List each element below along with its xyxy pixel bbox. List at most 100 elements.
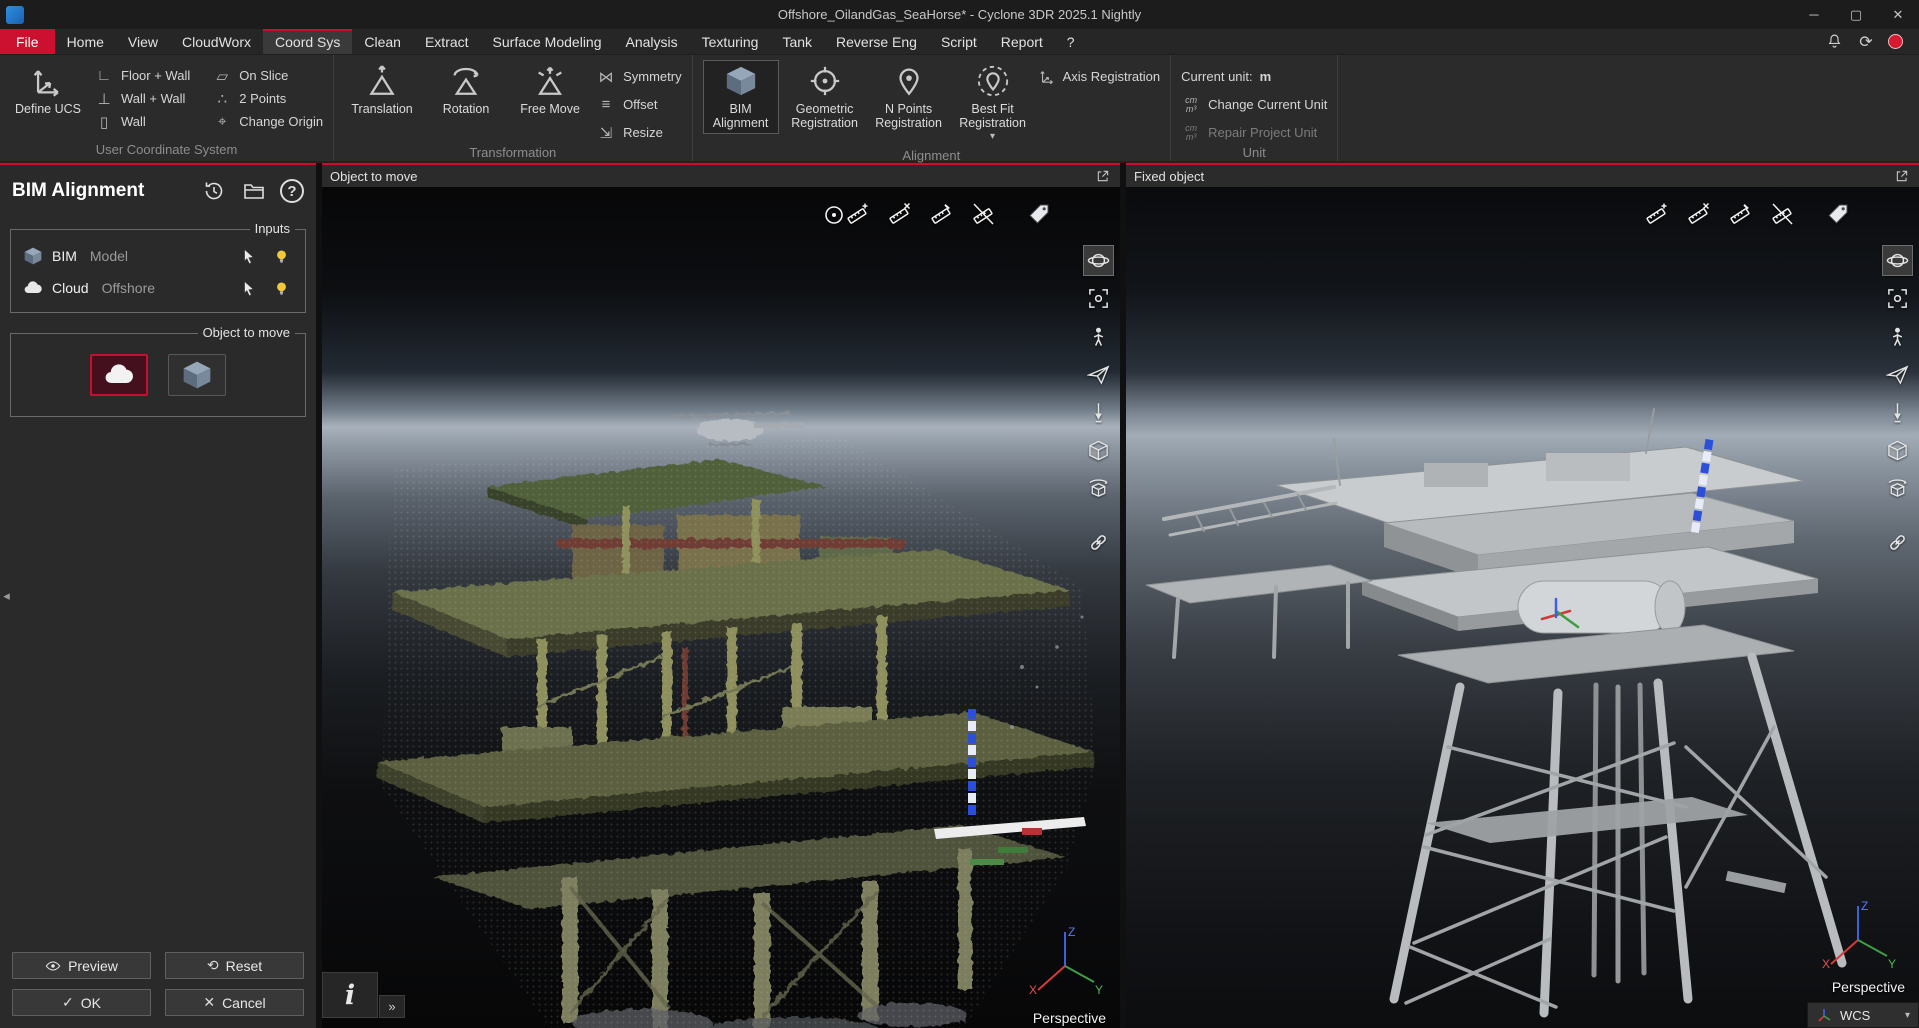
define-ucs-button[interactable]: Define UCS [10, 60, 86, 120]
plumb-view-icon[interactable] [1083, 397, 1114, 428]
move-cloud-toggle[interactable] [90, 354, 148, 396]
viewport-3d-right[interactable]: Z X Y Perspective WCS ▾ [1126, 187, 1919, 1028]
tab-file[interactable]: File [0, 29, 55, 54]
info-button[interactable]: i [322, 972, 378, 1018]
pick-bim-cursor-icon[interactable] [236, 244, 260, 268]
axis-triad[interactable]: Z X Y [1819, 898, 1897, 972]
tab-report[interactable]: Report [989, 29, 1055, 54]
bim-cube-icon [181, 359, 213, 391]
walk-mode-icon[interactable] [1083, 321, 1114, 352]
bim-visibility-bulb-icon[interactable] [269, 244, 293, 268]
zoom-fit-icon[interactable] [1083, 283, 1114, 314]
two-points-button[interactable]: ∴ 2 Points [212, 88, 323, 109]
panel-collapse-handle[interactable]: ◂ [0, 581, 13, 611]
notification-badge[interactable] [1888, 34, 1903, 49]
measure-hide-icon[interactable] [968, 201, 998, 227]
bim-alignment-panel: BIM Alignment ? Inputs BIM Model Cloud [0, 163, 316, 1028]
n-points-registration-button[interactable]: N Points Registration [871, 60, 947, 134]
wcs-selector[interactable]: WCS ▾ [1807, 1002, 1919, 1028]
measure-hide-icon[interactable] [1767, 201, 1797, 227]
best-fit-registration-button[interactable]: Best Fit Registration ▾ [955, 60, 1031, 146]
translation-button[interactable]: Translation [344, 60, 420, 120]
geometric-registration-button[interactable]: Geometric Registration [787, 60, 863, 134]
measure-remove-icon[interactable] [1683, 201, 1713, 227]
bim-alignment-button[interactable]: BIM Alignment [703, 60, 779, 134]
tab-cloudworx[interactable]: CloudWorx [170, 29, 263, 54]
measure-add-icon[interactable] [842, 201, 872, 227]
popout-icon[interactable] [1893, 167, 1911, 185]
open-folder-icon[interactable] [240, 177, 268, 205]
floor-wall-button[interactable]: ∟ Floor + Wall [94, 65, 190, 86]
offset-button[interactable]: ≡ Offset [596, 94, 682, 115]
cube-face-view-icon[interactable] [1882, 435, 1913, 466]
fly-mode-icon[interactable] [1083, 359, 1114, 390]
orbit-icon[interactable] [1882, 245, 1913, 276]
measure-edit-icon[interactable] [1725, 201, 1755, 227]
reset-button[interactable]: ⟲ Reset [165, 952, 304, 979]
tab-coord-sys[interactable]: Coord Sys [263, 29, 352, 54]
change-current-unit-button[interactable]: cmm³ Change Current Unit [1181, 94, 1327, 115]
wall-wall-button[interactable]: ⊥ Wall + Wall [94, 88, 190, 109]
cube-face-view-icon[interactable] [1083, 435, 1114, 466]
change-origin-button[interactable]: ⌖ Change Origin [212, 111, 323, 132]
measure-remove-icon[interactable] [884, 201, 914, 227]
tag-icon[interactable] [1823, 201, 1853, 227]
projection-mode-label[interactable]: Perspective [1832, 979, 1905, 995]
minimize-button[interactable]: ─ [1793, 0, 1835, 29]
notifications-bell-icon[interactable] [1824, 32, 1844, 52]
measure-add-icon[interactable] [1641, 201, 1671, 227]
projection-mode-label[interactable]: Perspective [1033, 1010, 1106, 1026]
svg-text:Z: Z [1861, 899, 1868, 913]
tag-icon[interactable] [1024, 201, 1054, 227]
walk-mode-icon[interactable] [1882, 321, 1913, 352]
popout-icon[interactable] [1094, 167, 1112, 185]
reset-history-icon[interactable] [200, 177, 228, 205]
tab-reverse-eng[interactable]: Reverse Eng [824, 29, 929, 54]
on-slice-button[interactable]: ▱ On Slice [212, 65, 323, 86]
preview-button[interactable]: Preview [12, 952, 151, 979]
app-icon [6, 6, 24, 24]
fly-mode-icon[interactable] [1882, 359, 1913, 390]
ucs-options: ∟ Floor + Wall ⊥ Wall + Wall ▯ Wall ▱ On… [94, 60, 323, 132]
help-icon[interactable]: ? [280, 179, 304, 203]
link-views-icon[interactable] [1882, 527, 1913, 558]
tab-surface-modeling[interactable]: Surface Modeling [481, 29, 614, 54]
tab-analysis[interactable]: Analysis [614, 29, 690, 54]
tab-script[interactable]: Script [929, 29, 989, 54]
pick-cloud-cursor-icon[interactable] [236, 276, 260, 300]
window-title: Offshore_OilandGas_SeaHorse* - Cyclone 3… [778, 7, 1141, 22]
tab-view[interactable]: View [116, 29, 170, 54]
rotation-icon [449, 64, 483, 101]
tab-texturing[interactable]: Texturing [690, 29, 771, 54]
rotation-button[interactable]: Rotation [428, 60, 504, 120]
cube-rotate-view-icon[interactable] [1882, 473, 1913, 504]
tab-clean[interactable]: Clean [352, 29, 413, 54]
close-button[interactable]: ✕ [1877, 0, 1919, 29]
orbit-icon[interactable] [1083, 245, 1114, 276]
viewport-3d-left[interactable]: i » Z X Y Perspective [322, 187, 1120, 1028]
cancel-button[interactable]: ✕ Cancel [165, 989, 304, 1016]
unit-repair-icon: cmm³ [1181, 124, 1201, 142]
resize-button[interactable]: ⇲ Resize [596, 122, 682, 143]
free-move-button[interactable]: Free Move [512, 60, 588, 120]
axis-registration-button[interactable]: Axis Registration [1039, 66, 1161, 87]
ok-button[interactable]: ✓ OK [12, 989, 151, 1016]
cloud-visibility-bulb-icon[interactable] [269, 276, 293, 300]
maximize-button[interactable]: ▢ [1835, 0, 1877, 29]
point-cloud-render [322, 187, 1120, 1028]
wall-button[interactable]: ▯ Wall [94, 111, 190, 132]
symmetry-button[interactable]: ⋈ Symmetry [596, 66, 682, 87]
info-expand-button[interactable]: » [379, 995, 405, 1018]
cube-rotate-view-icon[interactable] [1083, 473, 1114, 504]
measure-edit-icon[interactable] [926, 201, 956, 227]
plumb-view-icon[interactable] [1882, 397, 1913, 428]
tab-tank[interactable]: Tank [770, 29, 824, 54]
sync-icon[interactable]: ⟳ [1856, 32, 1876, 52]
zoom-fit-icon[interactable] [1882, 283, 1913, 314]
move-bim-toggle[interactable] [168, 354, 226, 396]
tab-home[interactable]: Home [55, 29, 116, 54]
tab-help[interactable]: ? [1055, 29, 1087, 54]
tab-extract[interactable]: Extract [413, 29, 481, 54]
axis-triad[interactable]: Z X Y [1026, 924, 1104, 998]
link-views-icon[interactable] [1083, 527, 1114, 558]
